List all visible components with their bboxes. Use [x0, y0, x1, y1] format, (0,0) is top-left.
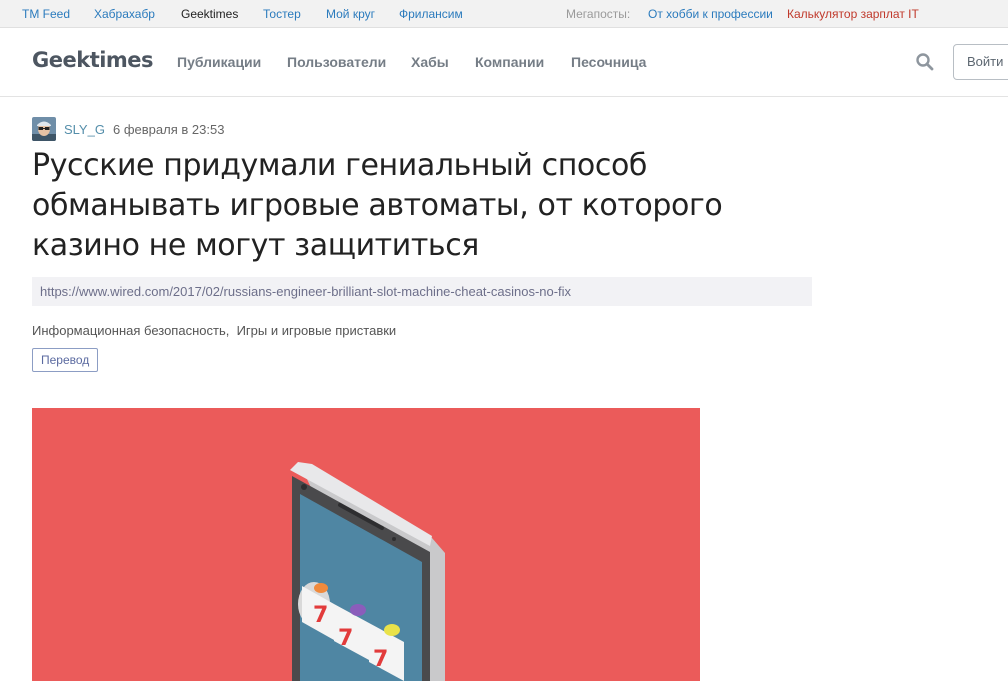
hub-separator: ,: [225, 323, 237, 338]
hub-link-games[interactable]: Игры и игровые приставки: [237, 323, 397, 338]
slot-machine-phone-illustration: 7 7 7: [290, 462, 445, 681]
megaposts-label: Мегапосты:: [566, 7, 631, 21]
translation-badge: Перевод: [32, 348, 99, 372]
hub-link-infosec[interactable]: Информационная безопасность: [32, 323, 226, 338]
reel-symbol: 7: [313, 603, 328, 628]
site-logo[interactable]: Geektimes: [32, 48, 154, 72]
megapost-link-hobby[interactable]: От хобби к профессии: [648, 7, 773, 21]
services-link-geektimes[interactable]: Geektimes: [181, 7, 238, 21]
services-link-moi-krug[interactable]: Мой круг: [326, 7, 375, 21]
megapost-link-salary-calculator[interactable]: Калькулятор зарплат IT: [787, 7, 919, 21]
author-link[interactable]: SLY_G: [64, 122, 105, 137]
post-title: Русские придумали гениальный способ обма…: [32, 148, 723, 263]
services-link-freelansim[interactable]: Фрилансим: [399, 7, 463, 21]
search-icon[interactable]: [915, 52, 935, 72]
nav-publications[interactable]: Публикации: [177, 54, 261, 70]
nav-companies[interactable]: Компании: [475, 54, 544, 70]
hero-image: 7 7 7: [32, 408, 700, 681]
reel-symbol: 7: [373, 647, 388, 672]
post-date: 6 февраля в 23:53: [113, 122, 225, 137]
site-header: Geektimes Публикации Пользователи Хабы К…: [0, 28, 1008, 97]
nav-hubs[interactable]: Хабы: [411, 54, 449, 70]
services-bar: TM Feed Хабрахабр Geektimes Тостер Мой к…: [0, 0, 1008, 28]
source-link[interactable]: https://www.wired.com/2017/02/russians-e…: [40, 284, 571, 299]
reel-symbol: 7: [338, 626, 353, 651]
nav-sandbox[interactable]: Песочница: [571, 54, 646, 70]
services-link-habrahabr[interactable]: Хабрахабр: [94, 7, 155, 21]
services-link-tm-feed[interactable]: TM Feed: [22, 7, 70, 21]
login-button[interactable]: Войти: [953, 44, 1008, 80]
source-box: https://www.wired.com/2017/02/russians-e…: [32, 277, 812, 306]
nav-users[interactable]: Пользователи: [287, 54, 386, 70]
services-link-toster[interactable]: Тостер: [263, 7, 301, 21]
post-hubs: Информационная безопасность, Игры и игро…: [32, 323, 396, 338]
avatar[interactable]: [32, 117, 56, 141]
